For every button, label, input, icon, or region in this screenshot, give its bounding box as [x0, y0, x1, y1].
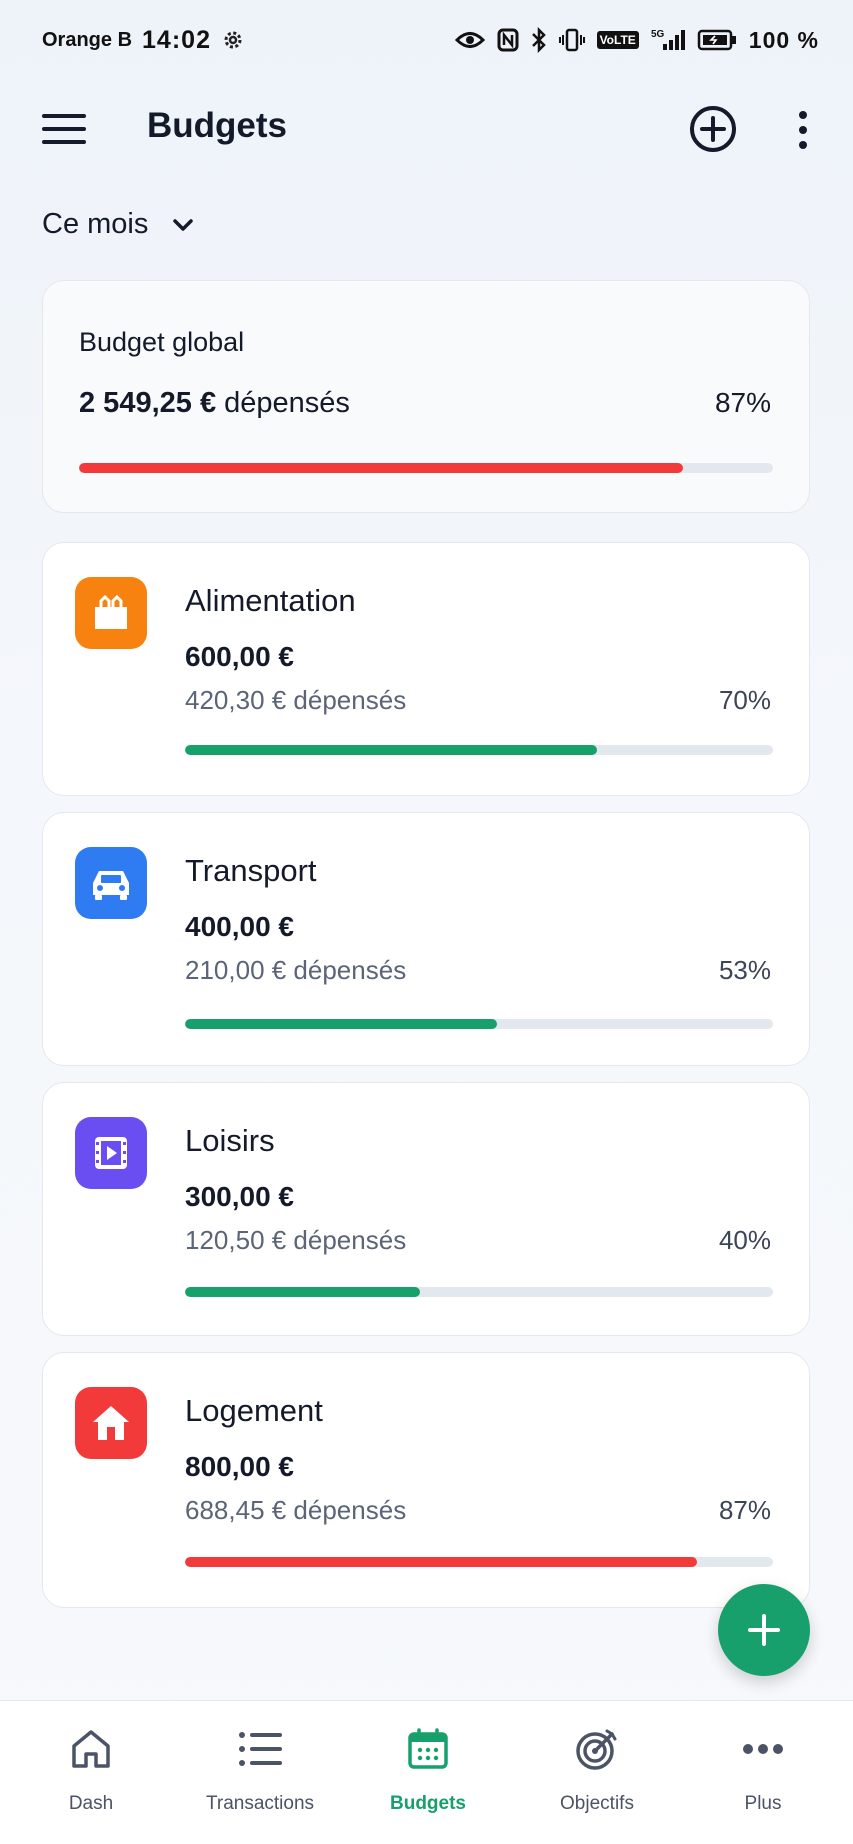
- category-card-alimentation[interactable]: Alimentation 600,00 € 420,30 € dépensés …: [42, 542, 810, 796]
- nfc-icon: [497, 27, 519, 53]
- target-icon: [573, 1725, 621, 1773]
- add-circle-icon: [690, 106, 736, 152]
- period-selector[interactable]: Ce mois: [42, 208, 194, 241]
- clock: 14:02: [142, 25, 211, 54]
- plus-icon: [748, 1614, 780, 1646]
- more-options-button[interactable]: [790, 108, 816, 152]
- nav-item-objectifs[interactable]: Objectifs: [512, 1701, 682, 1844]
- category-budget: 400,00 €: [185, 911, 294, 942]
- carrier-name: Orange B: [42, 28, 133, 51]
- period-label: Ce mois: [42, 208, 149, 240]
- category-budget: 300,00 €: [185, 1181, 294, 1212]
- category-progress-fill: [185, 1557, 697, 1567]
- volte-badge: VoLTE: [596, 31, 639, 49]
- bluetooth-icon: [531, 27, 547, 53]
- vibrate-icon: [558, 27, 585, 53]
- category-spent: 688,45 € dépensés: [185, 1495, 407, 1525]
- global-progress-fill: [79, 463, 683, 473]
- category-progress-fill: [185, 1019, 497, 1029]
- category-name: Alimentation: [185, 583, 356, 618]
- nav-label: Budgets: [390, 1793, 466, 1814]
- category-progress-track: [185, 1287, 773, 1297]
- more-horizontal-icon: [739, 1725, 787, 1773]
- category-icon-tile: [75, 847, 147, 919]
- signal-label: 5G: [651, 29, 665, 40]
- home-outline-icon: [67, 1725, 115, 1773]
- battery-percent: 100 %: [748, 26, 819, 53]
- bottom-navigation: Dash Transactions Budgets Objectifs Plus: [0, 1700, 853, 1844]
- global-progress-track: [79, 463, 773, 473]
- car-icon: [93, 871, 129, 900]
- category-progress-fill: [185, 745, 597, 755]
- menu-button[interactable]: [42, 112, 86, 146]
- category-card-loisirs[interactable]: Loisirs 300,00 € 120,50 € dépensés 40%: [42, 1082, 810, 1336]
- global-budget-amount: 2 549,25 €: [79, 387, 217, 419]
- category-name: Logement: [185, 1393, 323, 1428]
- global-budget-spent: 2 549,25 € dépensés: [79, 387, 350, 420]
- category-percent: 87%: [718, 1495, 771, 1525]
- app-bar: Budgets: [0, 88, 853, 170]
- global-budget-card[interactable]: Budget global 2 549,25 € dépensés 87%: [42, 280, 810, 513]
- category-budget: 800,00 €: [185, 1451, 294, 1482]
- category-percent: 53%: [718, 955, 771, 985]
- category-budget: 600,00 €: [185, 641, 294, 672]
- add-budget-button[interactable]: [688, 104, 738, 154]
- category-card-logement[interactable]: Logement 800,00 € 688,45 € dépensés 87%: [42, 1352, 810, 1608]
- home-icon: [93, 1406, 129, 1440]
- nav-item-plus[interactable]: Plus: [678, 1701, 848, 1844]
- category-percent: 70%: [718, 685, 771, 715]
- menu-icon: [42, 114, 86, 144]
- category-card-transport[interactable]: Transport 400,00 € 210,00 € dépensés 53%: [42, 812, 810, 1066]
- add-fab-button[interactable]: [718, 1584, 810, 1676]
- category-progress-track: [185, 745, 773, 755]
- calendar-icon: [404, 1725, 452, 1773]
- category-icon-tile: [75, 577, 147, 649]
- status-bar-right: VoLTE 5G 100 %: [454, 26, 819, 54]
- signal-icon: 5G: [651, 27, 685, 53]
- nav-label: Dash: [68, 1793, 114, 1814]
- nav-item-dash[interactable]: Dash: [6, 1701, 176, 1844]
- eye-icon: [454, 27, 485, 53]
- global-budget-title: Budget global: [79, 327, 245, 357]
- nav-label: Plus: [744, 1793, 782, 1814]
- nav-label: Objectifs: [560, 1793, 634, 1814]
- chevron-down-icon: [173, 218, 194, 231]
- category-spent: 120,50 € dépensés: [185, 1225, 407, 1255]
- film-icon: [95, 1137, 127, 1169]
- category-name: Transport: [185, 853, 317, 888]
- category-name: Loisirs: [185, 1123, 275, 1158]
- page-title: Budgets: [147, 106, 287, 145]
- category-progress-track: [185, 1557, 773, 1567]
- battery-icon: [697, 27, 737, 53]
- nav-item-transactions[interactable]: Transactions: [175, 1701, 345, 1844]
- nav-item-budgets[interactable]: Budgets: [343, 1701, 513, 1844]
- category-percent: 40%: [718, 1225, 771, 1255]
- status-bar: Orange B 14:02 VoLTE 5G 100 %: [0, 0, 853, 80]
- category-progress-fill: [185, 1287, 421, 1297]
- category-progress-track: [185, 1019, 773, 1029]
- status-bar-left: Orange B 14:02: [42, 26, 245, 55]
- global-budget-spent-suffix: dépensés: [224, 387, 350, 419]
- category-spent: 210,00 € dépensés: [185, 955, 407, 985]
- settings-gear-icon: [221, 27, 245, 53]
- more-vertical-icon: [799, 111, 807, 149]
- category-spent: 420,30 € dépensés: [185, 685, 407, 715]
- nav-label: Transactions: [205, 1793, 315, 1814]
- global-budget-percent: 87%: [714, 387, 771, 418]
- list-icon: [236, 1725, 284, 1773]
- category-icon-tile: [75, 1387, 147, 1459]
- category-icon-tile: [75, 1117, 147, 1189]
- shopping-bag-icon: [95, 594, 127, 629]
